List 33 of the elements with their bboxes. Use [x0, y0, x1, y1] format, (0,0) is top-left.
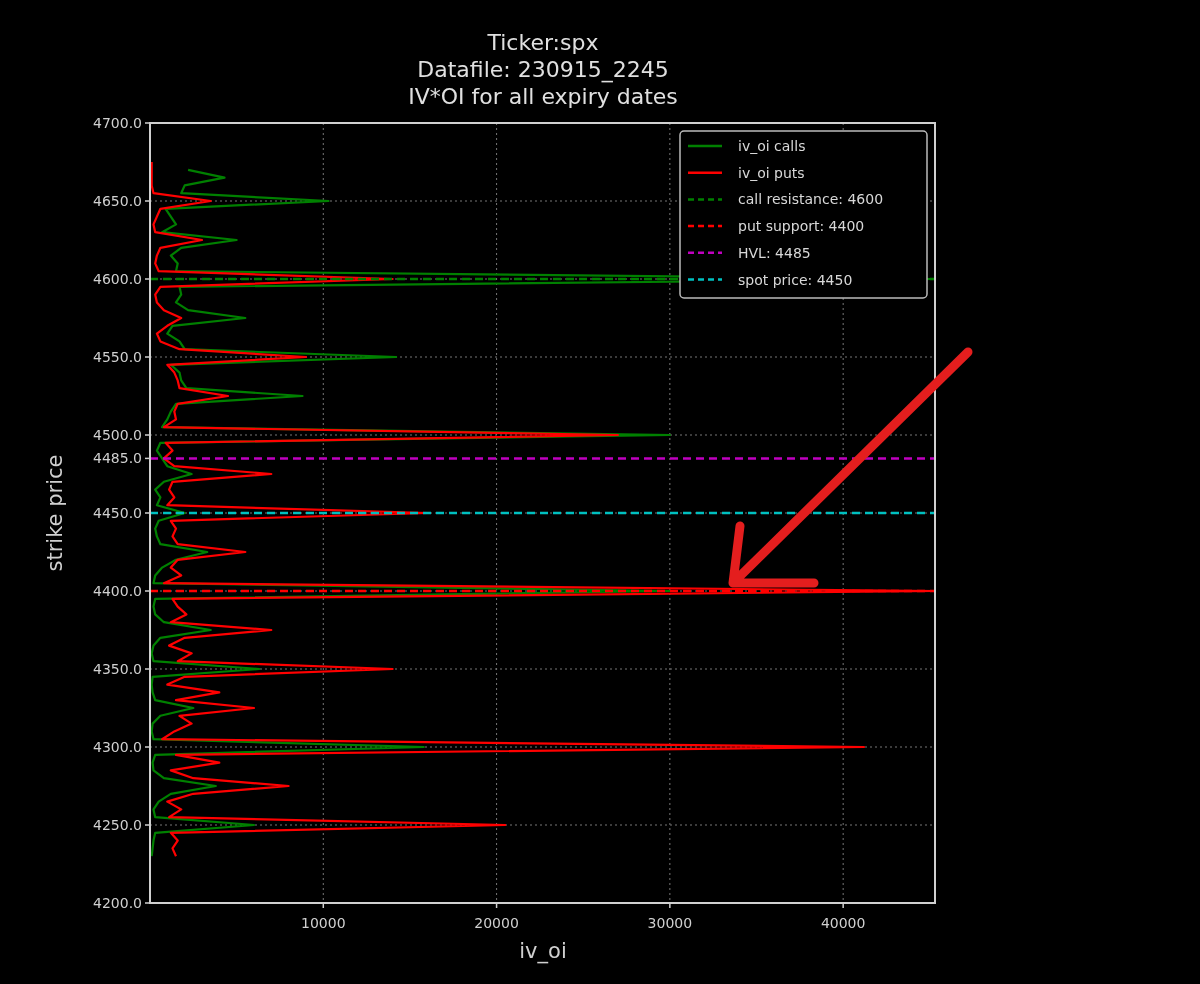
chart-title: Datafile: 230915_2245 [417, 57, 669, 82]
y-tick-label: 4350.0 [93, 661, 142, 677]
legend-swatch [688, 198, 722, 201]
legend-label: put support: 4400 [738, 218, 865, 235]
legend-label: iv_oi calls [738, 138, 806, 154]
legend-swatch [688, 144, 722, 148]
legend-swatch [688, 171, 722, 174]
y-tick-label: 4500.0 [93, 427, 142, 443]
y-tick-label: 4650.0 [93, 193, 142, 209]
y-tick-label: 4700.0 [93, 115, 142, 131]
legend-label: HVL: 4485 [738, 244, 811, 261]
y-tick-label: 4200.0 [93, 895, 142, 911]
y-tick-label: 4485.0 [93, 450, 142, 467]
x-axis-label: iv_oi [519, 939, 567, 963]
x-tick-label: 30000 [647, 915, 693, 931]
y-tick-label: 4400.0 [93, 583, 142, 599]
y-tick-label: 4300.0 [93, 739, 142, 755]
chart-title: IV*OI for all expiry dates [408, 84, 678, 109]
legend-swatch [688, 251, 722, 255]
y-axis-label: strike price [43, 454, 67, 572]
legend-swatch [688, 278, 722, 281]
y-tick-label: 4250.0 [93, 817, 142, 833]
x-tick-label: 10000 [301, 915, 346, 931]
legend-swatch [688, 224, 722, 228]
y-tick-label: 4600.0 [93, 271, 142, 287]
legend-label: call resistance: 4600 [738, 191, 884, 208]
y-tick-label: 4450.0 [93, 505, 142, 521]
chart-title: Ticker:spx [487, 30, 599, 55]
x-tick-label: 20000 [474, 915, 519, 931]
y-tick-label: 4550.0 [93, 349, 142, 365]
legend-label: spot price: 4450 [738, 271, 853, 288]
legend-label: iv_oi puts [738, 164, 805, 181]
x-tick-label: 40000 [820, 915, 866, 931]
